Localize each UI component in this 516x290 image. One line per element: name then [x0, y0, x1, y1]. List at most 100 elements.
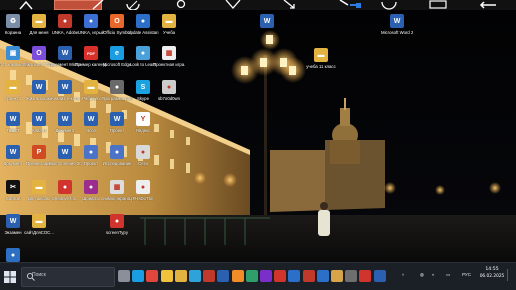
word-doc-icon: W: [32, 80, 46, 94]
check-tool-icon[interactable]: [224, 0, 242, 10]
clock-date[interactable]: 06.02.2025: [478, 274, 506, 279]
desktop-icon-label: сайтДляСОС...: [24, 230, 54, 235]
desktop-icon[interactable]: ▬ Для меня: [26, 12, 52, 42]
desktop-icon[interactable]: W Жизнь кошки: [26, 78, 52, 108]
desktop-icon[interactable]: ● Программа для: [101, 78, 133, 108]
desktop-icon[interactable]: ● Onedrive for...: [52, 178, 79, 208]
desktop-icon[interactable]: P Презентация: [26, 143, 52, 173]
desktop-icon[interactable]: ● Update Assistan: [127, 12, 159, 42]
volume-icon[interactable]: ◐: [432, 272, 435, 277]
desktop-icon[interactable]: S Skype: [130, 78, 156, 108]
desktop-icon[interactable]: W Эссе: [78, 110, 104, 140]
refresh-tool-icon[interactable]: [378, 0, 400, 10]
desktop-icon[interactable]: ● screenTypy: [104, 212, 130, 242]
task-view-icon[interactable]: [118, 270, 130, 282]
chrome-icon[interactable]: [146, 270, 159, 282]
desktop-icon[interactable]: ▬ учеба 11 класс: [306, 46, 336, 76]
desktop-icon[interactable]: W Анализ текста: [51, 78, 79, 108]
desktop-icon[interactable]: ▬ Для школы: [26, 178, 52, 208]
desktop-icon[interactable]: W Microsoft Word 2013: [381, 12, 413, 42]
tray-overflow-icon[interactable]: ^: [402, 273, 404, 278]
language-indicator[interactable]: РУС: [462, 272, 471, 277]
desktop-icon[interactable]: e Microsoft Edge: [103, 44, 131, 74]
desktop-icon-label: FHsDoTbn: [132, 196, 154, 201]
app-icon[interactable]: [231, 270, 244, 282]
desktop-icon[interactable]: W: [254, 12, 280, 42]
desktop-icon[interactable]: ● UNKA, игрый: [78, 12, 104, 42]
windows-icon: [4, 271, 16, 283]
clock-time[interactable]: 14:55: [481, 267, 503, 272]
desktop-icon[interactable]: ● sb7o0d0wn: [156, 78, 182, 108]
app-icon[interactable]: [203, 270, 216, 282]
app-icon[interactable]: [331, 270, 343, 282]
app-icon: ●: [136, 180, 150, 194]
desktop-icon[interactable]: W Документ: [52, 110, 78, 140]
app-icon[interactable]: [274, 270, 287, 282]
exit-tool-icon[interactable]: [478, 0, 504, 10]
desktop-icon[interactable]: ● Сети: [130, 143, 156, 173]
desktop-icon[interactable]: WДокумент Microsoft: [49, 44, 81, 74]
desktop-icon[interactable]: W Анализ: [26, 110, 52, 140]
app-icon[interactable]: [245, 270, 258, 282]
word-icon[interactable]: [217, 270, 230, 282]
start-button[interactable]: [3, 269, 17, 283]
desktop-icon[interactable]: ▬ Рабочую: [78, 78, 104, 108]
desktop-icon[interactable]: ● Исследование: [103, 143, 131, 173]
desktop-icon[interactable]: ✂ CapCut: [0, 178, 26, 208]
app-icon[interactable]: [345, 270, 358, 282]
explorer-icon[interactable]: [174, 270, 187, 282]
search-tool-icon[interactable]: [336, 0, 366, 10]
app-icon: ●: [58, 14, 72, 28]
word-doc-icon: W: [58, 46, 72, 60]
app-icon[interactable]: [359, 270, 372, 282]
camera-tool-icon[interactable]: [428, 0, 448, 10]
skype-icon: S: [136, 80, 150, 94]
screenshot-tool-icon[interactable]: [18, 0, 34, 10]
desktop-icon[interactable]: O Microsoft Office: [24, 44, 54, 74]
circle-tool-icon[interactable]: [174, 0, 188, 10]
show-desktop-button[interactable]: [507, 269, 514, 281]
battery-icon[interactable]: ▭: [446, 272, 450, 278]
desktop-icon[interactable]: W ТЕКСТ: [0, 110, 26, 140]
desktop-icon[interactable]: W Проект: [104, 110, 130, 140]
word-doc-icon: W: [32, 112, 46, 126]
desktop-icon[interactable]: ● Шрифты: [78, 178, 104, 208]
arrow-tool-icon[interactable]: [282, 0, 298, 10]
app-icon[interactable]: [302, 270, 315, 282]
desktop-icon[interactable]: ▣ Этот компьютер: [0, 44, 29, 74]
desktop-icon[interactable]: ▬ Учеба: [156, 12, 182, 42]
desktop-icon[interactable]: ● Look to Learn: [130, 44, 156, 74]
desktop-icon[interactable]: ▦снимок экрана.png: [101, 178, 133, 208]
desktop-icon[interactable]: ▬ проект2: [0, 78, 26, 108]
desktop-icon[interactable]: ● FHsDoTbn: [130, 178, 156, 208]
edge-icon: e: [110, 46, 124, 60]
desktop-icon[interactable]: Y Яндекс: [130, 110, 156, 140]
desktop-icon[interactable]: ● UNKA, Adobe: [52, 12, 78, 42]
desktop-icon[interactable]: ▬ сайтДляСОС...: [24, 212, 54, 242]
network-icon[interactable]: ◍: [420, 272, 424, 278]
app-icon[interactable]: [260, 270, 272, 282]
telegram-icon[interactable]: [189, 270, 201, 282]
app-icon[interactable]: [373, 270, 386, 282]
taskbar-search-box[interactable]: Поиск: [21, 267, 115, 287]
edge-icon[interactable]: [132, 270, 145, 282]
desktop-icon[interactable]: O Officiu Symbol: [103, 12, 131, 42]
app-icon: ●: [110, 80, 124, 94]
word-doc-icon: W: [6, 214, 20, 228]
undo-tool-icon[interactable]: [125, 0, 141, 10]
desktop-icon[interactable]: W Экзамен: [0, 212, 26, 242]
desktop-icon[interactable]: ● Проект: [78, 143, 104, 173]
yandex-browser-icon[interactable]: [160, 270, 173, 282]
app-icon[interactable]: [316, 270, 329, 282]
desktop-icon[interactable]: ♻ Корзина: [0, 12, 26, 42]
pen-tool-icon[interactable]: [92, 0, 104, 10]
folder-icon: ▬: [32, 180, 46, 194]
desktop-icon[interactable]: PDFПример календарь 2024 (2).pdf: [75, 44, 107, 74]
desktop-icon[interactable]: WВыступление 2024: [49, 143, 81, 173]
desktop-icon[interactable]: ▦ Проектная игра.png: [153, 44, 185, 74]
desktop-icon[interactable]: W Документ: [0, 143, 26, 173]
app-icon[interactable]: [288, 270, 301, 282]
computer-icon: ▣: [6, 46, 20, 60]
folder-icon: ▬: [6, 80, 20, 94]
powerpoint-icon: P: [32, 145, 46, 159]
